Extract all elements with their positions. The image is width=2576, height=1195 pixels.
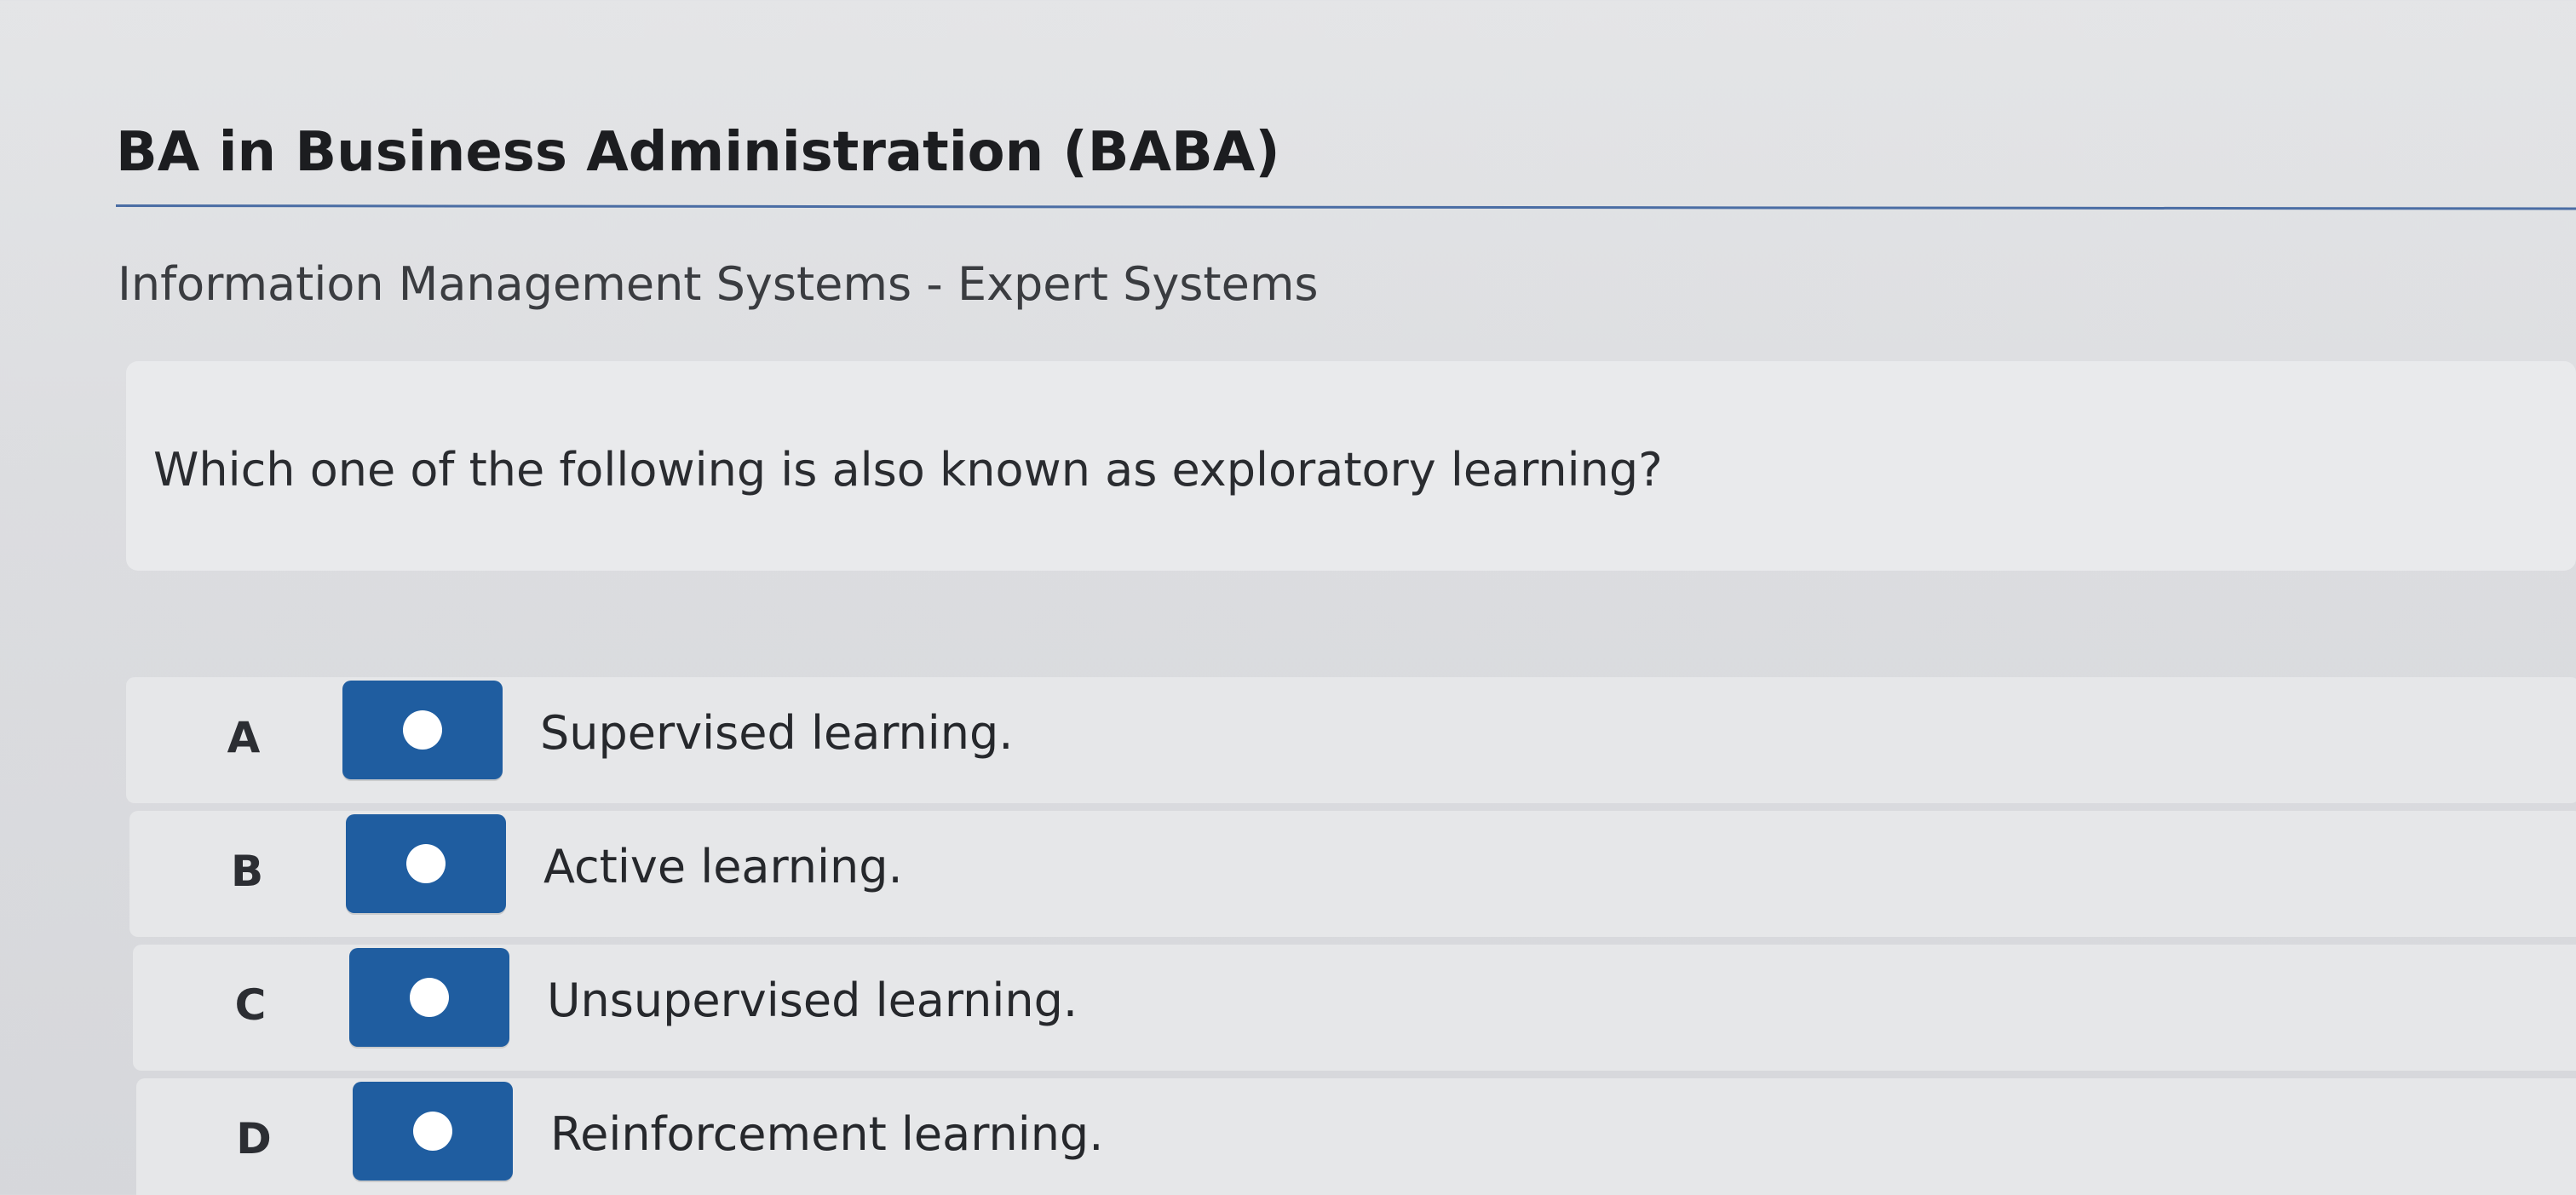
answer-option-b[interactable]: B Active learning. bbox=[129, 811, 2576, 937]
answer-option-c[interactable]: C Unsupervised learning. bbox=[133, 945, 2576, 1071]
radio-dot-icon bbox=[403, 710, 442, 750]
radio-dot-icon bbox=[410, 978, 449, 1017]
title-divider bbox=[115, 204, 2576, 210]
radio-button[interactable] bbox=[342, 681, 503, 779]
option-letter: D bbox=[236, 1114, 272, 1163]
option-letter: B bbox=[230, 847, 264, 896]
radio-button[interactable] bbox=[353, 1082, 513, 1181]
option-letter: C bbox=[234, 980, 267, 1030]
radio-dot-icon bbox=[413, 1112, 452, 1151]
program-title: BA in Business Administration (BABA) bbox=[116, 121, 1280, 184]
option-label: Reinforcement learning. bbox=[550, 1107, 1104, 1161]
radio-button[interactable] bbox=[346, 814, 506, 913]
option-label: Supervised learning. bbox=[540, 706, 1014, 760]
radio-dot-icon bbox=[406, 844, 446, 883]
option-label: Active learning. bbox=[543, 840, 903, 893]
quiz-page: BA in Business Administration (BABA) Inf… bbox=[0, 0, 2576, 1195]
question-text: Which one of the following is also known… bbox=[153, 443, 1663, 497]
answer-option-d[interactable]: D Reinforcement learning. bbox=[136, 1078, 2576, 1195]
answer-option-a[interactable]: A Supervised learning. bbox=[126, 677, 2576, 803]
option-label: Unsupervised learning. bbox=[547, 974, 1078, 1027]
radio-button[interactable] bbox=[349, 948, 509, 1047]
course-subtitle: Information Management Systems - Expert … bbox=[118, 257, 1319, 311]
option-letter: A bbox=[227, 713, 261, 762]
